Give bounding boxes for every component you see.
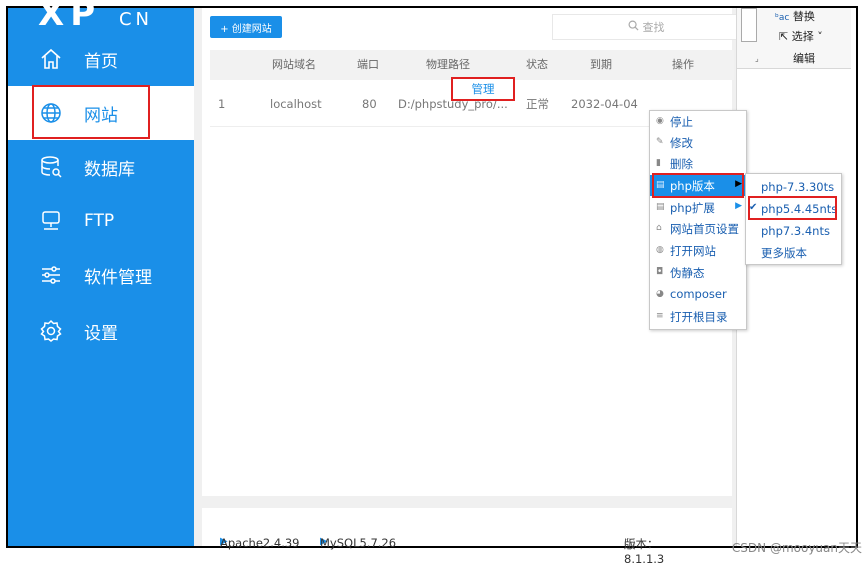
ribbon-scroll[interactable] <box>741 8 757 42</box>
menu-item-homepage-settings[interactable]: ⌂ 网站首页设置 <box>650 218 746 239</box>
php-version-option[interactable]: php-7.3.30ts <box>746 176 841 197</box>
cursor-icon: ⇱ <box>779 30 789 43</box>
submenu-arrow-icon: ▶ <box>735 201 742 211</box>
manage-context-menu: ◉ 停止 ✎ 修改 ▮ 删除 ▤ php版本 ▶ ▤ php扩展 ▶ ⌂ 网站首页设置 ◍ 打开网… <box>649 110 747 330</box>
edit-group-label: 编辑 <box>793 52 815 65</box>
select-button[interactable]: ⇱ 选择 ˅ <box>779 28 823 44</box>
create-website-button[interactable]: + 创建网站 <box>210 16 282 38</box>
sidebar-item-database[interactable]: 数据库 <box>8 140 194 194</box>
menu-item-rewrite[interactable]: ◘ 伪静态 <box>650 262 746 283</box>
active-nav-highlight-box <box>32 85 150 139</box>
sidebar-item-home[interactable]: 首页 <box>8 32 194 86</box>
menu-item-stop[interactable]: ◉ 停止 <box>650 111 746 132</box>
table-header: 网站域名 端口 物理路径 状态 到期 操作 <box>210 50 734 80</box>
menu-item-php-extension[interactable]: ▤ php扩展 ▶ <box>650 197 746 218</box>
manage-button[interactable]: 管理 <box>451 77 515 101</box>
replace-button[interactable]: ᵇac 替换 <box>775 8 815 24</box>
home-small-icon: ⌂ <box>656 223 662 233</box>
database-icon <box>38 154 64 180</box>
ribbon-edit-group: ᵇac 替换 ⇱ 选择 ˅ 编辑 ⌟ <box>737 8 851 69</box>
word-ribbon-panel: ᵇac 替换 ⇱ 选择 ˅ 编辑 ⌟ <box>736 8 851 546</box>
app-logo: XP CN <box>38 0 154 34</box>
selected-version-highlight-box <box>748 196 837 220</box>
extension-icon: ▤ <box>656 202 665 212</box>
trash-icon: ▮ <box>656 158 661 168</box>
globe-small-icon: ◍ <box>656 245 664 255</box>
edit-icon: ✎ <box>656 137 664 147</box>
sliders-icon <box>38 262 64 288</box>
status-footer: ▶ Apache2.4.39 ▶ MySQL5.7.26 ⓘ 版本：8.1.1.… <box>202 508 732 566</box>
search-icon <box>628 20 639 34</box>
folder-icon: ≡ <box>656 311 664 321</box>
more-versions-option[interactable]: 更多版本 <box>746 241 841 262</box>
watermark: CSDN @mooyuan天天 <box>731 541 862 555</box>
php-version-option[interactable]: php7.3.4nts <box>746 220 841 241</box>
dialog-launcher-icon[interactable]: ⌟ <box>755 54 759 63</box>
replace-icon: ᵇac <box>775 13 790 23</box>
sidebar-item-settings[interactable]: 设置 <box>8 304 194 358</box>
gear-icon <box>38 318 64 344</box>
php-version-highlight-box <box>652 173 744 198</box>
menu-item-open-root[interactable]: ≡ 打开根目录 <box>650 306 746 327</box>
menu-item-composer[interactable]: ◕ composer <box>650 284 746 305</box>
sidebar-item-software[interactable]: 软件管理 <box>8 248 194 302</box>
menu-item-edit[interactable]: ✎ 修改 <box>650 132 746 153</box>
search-input[interactable]: 查找 <box>552 14 740 40</box>
sidebar-item-ftp[interactable]: FTP <box>8 194 194 248</box>
rewrite-icon: ◘ <box>656 267 664 277</box>
ftp-monitor-icon <box>38 208 64 234</box>
menu-item-delete[interactable]: ▮ 删除 <box>650 153 746 174</box>
home-icon <box>38 46 64 72</box>
menu-item-open-site[interactable]: ◍ 打开网站 <box>650 240 746 261</box>
stop-icon: ◉ <box>656 116 664 126</box>
composer-icon: ◕ <box>656 289 664 299</box>
